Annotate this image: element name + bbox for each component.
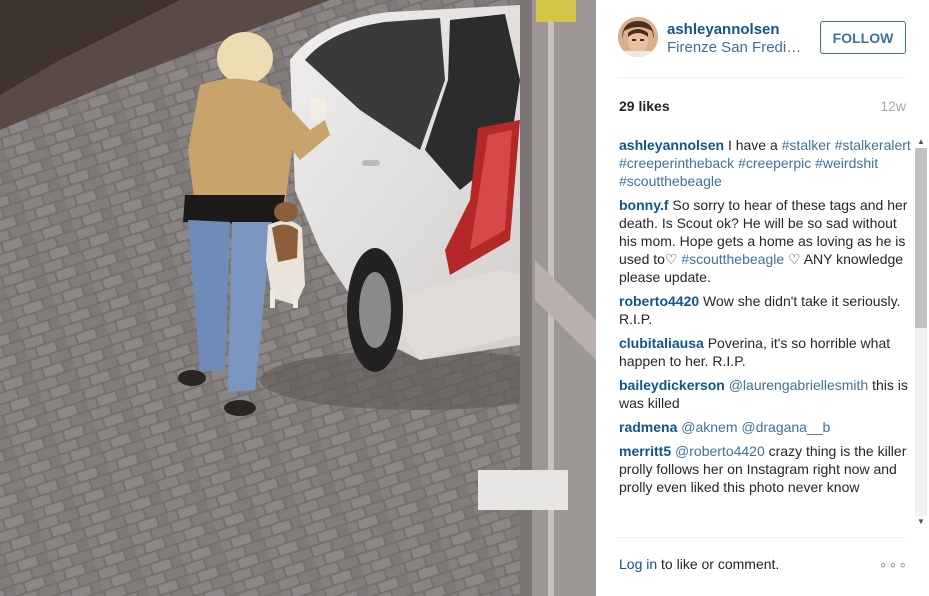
username-link[interactable]: ashleyannolsen — [667, 21, 780, 38]
street-scene-image — [0, 0, 596, 596]
login-prompt: Log in to like or comment. — [619, 556, 779, 572]
comment-item: baileydickerson @laurengabriellesmith th… — [619, 376, 911, 412]
footer-divider — [618, 537, 906, 538]
follow-button[interactable]: FOLLOW — [820, 21, 906, 54]
comments-scrollbar[interactable]: ▲ ▼ — [913, 136, 927, 528]
comment-item: bonny.f So sorry to hear of these tags a… — [619, 196, 911, 286]
comment-author-link[interactable]: merritt5 — [619, 443, 671, 459]
comment-author-link[interactable]: radmena — [619, 419, 677, 435]
likes-count[interactable]: 29 likes — [619, 98, 670, 114]
comment-author-link[interactable]: roberto4420 — [619, 293, 699, 309]
post-photo[interactable] — [0, 0, 596, 596]
comment-tag-link[interactable]: #creeperintheback — [619, 155, 734, 171]
comment-tag-link[interactable]: @aknem — [681, 419, 737, 435]
comment-tag-link[interactable]: @laurengabriellesmith — [729, 377, 869, 393]
comment-tag-link[interactable]: #stalkeralert — [835, 137, 911, 153]
comment-item: roberto4420 Wow she didn't take it serio… — [619, 292, 911, 328]
comment-tag-link[interactable]: @dragana__b — [741, 419, 830, 435]
comment-text: I have a — [727, 137, 782, 153]
comment-tag-link[interactable]: #scoutthebeagle — [681, 251, 784, 267]
location-link[interactable]: Firenze San Frediano — [667, 39, 807, 56]
comment-author-link[interactable]: bonny.f — [619, 197, 669, 213]
scroll-thumb[interactable] — [915, 148, 927, 328]
post-timestamp[interactable]: 12w — [880, 98, 906, 114]
comment-tag-link[interactable]: #weirdshit — [815, 155, 878, 171]
comment-item: ashleyannolsen I have a #stalker #stalke… — [619, 136, 911, 190]
header-divider — [618, 77, 906, 78]
scroll-up-icon[interactable]: ▲ — [915, 136, 927, 148]
comment-item: clubitaliausa Poverina, it's so horrible… — [619, 334, 911, 370]
more-options-icon[interactable]: ∘∘∘ — [879, 556, 908, 573]
comment-item: merritt5 @roberto4420 crazy thing is the… — [619, 442, 911, 496]
profile-photo — [618, 17, 658, 57]
comment-tag-link[interactable]: #creeperpic — [738, 155, 811, 171]
comment-tag-link[interactable]: #scoutthebeagle — [619, 173, 722, 189]
avatar[interactable] — [618, 17, 658, 57]
comment-tag-link[interactable]: @roberto4420 — [675, 443, 765, 459]
comment-tag-link[interactable]: #stalker — [782, 137, 831, 153]
scroll-down-icon[interactable]: ▼ — [915, 516, 927, 528]
post-side-panel: ashleyannolsen Firenze San Frediano FOLL… — [596, 0, 929, 596]
comment-item: radmena @aknem @dragana__b — [619, 418, 911, 436]
comment-author-link[interactable]: ashleyannolsen — [619, 137, 724, 153]
comments-list[interactable]: ashleyannolsen I have a #stalker #stalke… — [619, 136, 911, 528]
login-prompt-text: to like or comment. — [657, 556, 780, 572]
login-link[interactable]: Log in — [619, 556, 657, 572]
comment-author-link[interactable]: clubitaliausa — [619, 335, 704, 351]
comment-author-link[interactable]: baileydickerson — [619, 377, 725, 393]
post-header: ashleyannolsen Firenze San Frediano FOLL… — [596, 0, 929, 77]
